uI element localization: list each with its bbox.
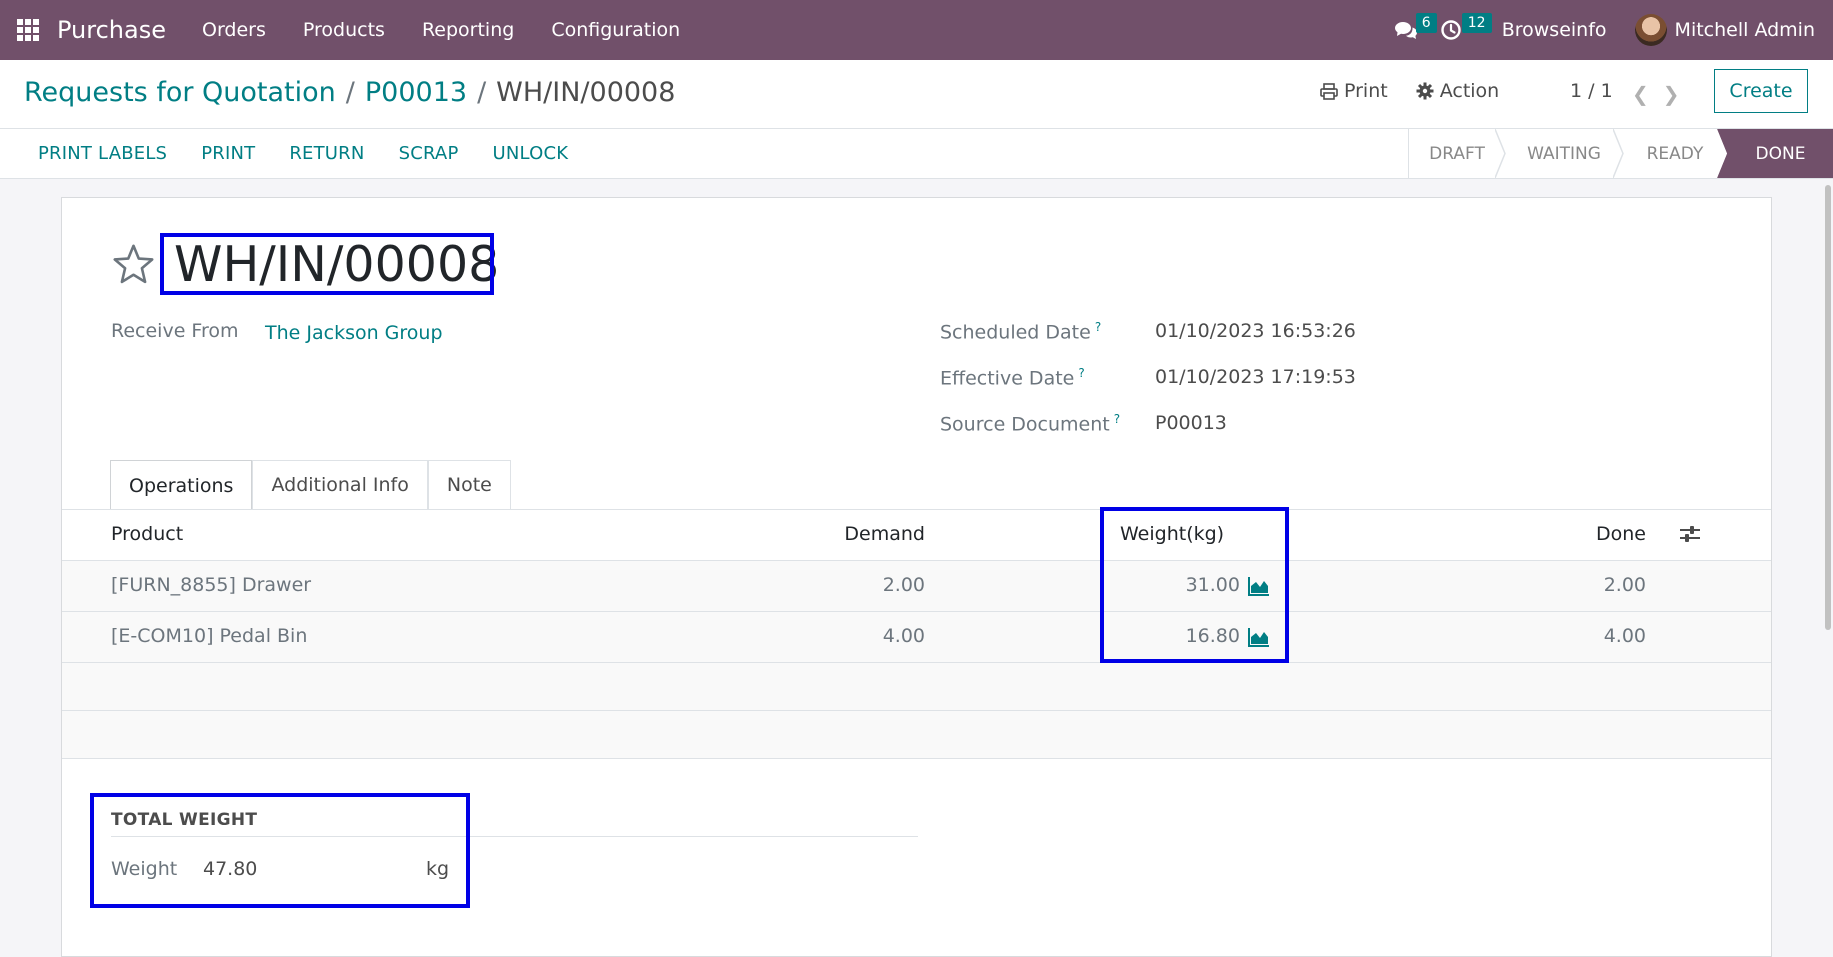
stage-arrow <box>1613 129 1633 178</box>
return-button[interactable]: RETURN <box>289 143 364 164</box>
scheduled-date-label: Scheduled Date? <box>940 320 1101 343</box>
stage-arrow <box>1717 129 1737 178</box>
chat-icon <box>1394 22 1417 39</box>
print-labels-button[interactable]: PRINT LABELS <box>38 143 167 164</box>
scrap-button[interactable]: SCRAP <box>399 143 459 164</box>
row-done: 4.00 <box>1603 625 1646 647</box>
main-menu: Orders Products Reporting Configuration <box>202 19 717 41</box>
effective-date-value: 01/10/2023 17:19:53 <box>1155 366 1356 388</box>
form-statusbar: PRINT LABELS PRINT RETURN SCRAP UNLOCK D… <box>0 129 1833 179</box>
scheduled-date-value: 01/10/2023 16:53:26 <box>1155 320 1356 342</box>
header-buttons: PRINT LABELS PRINT RETURN SCRAP UNLOCK <box>38 143 602 164</box>
top-navbar: Purchase Orders Products Reporting Confi… <box>0 0 1833 60</box>
tab-additional-info[interactable]: Additional Info <box>252 460 428 509</box>
source-document-label: Source Document? <box>940 412 1120 435</box>
help-icon[interactable]: ? <box>1078 366 1084 380</box>
highlight-box-title <box>160 233 494 295</box>
empty-row <box>62 663 1771 711</box>
source-document-value: P00013 <box>1155 412 1227 434</box>
chevron-right-icon[interactable]: ❯ <box>1663 82 1680 106</box>
tab-operations[interactable]: Operations <box>110 460 253 510</box>
row-product: [E-COM10] Pedal Bin <box>111 625 308 647</box>
table-header: Product Demand Weight(kg) Done <box>62 510 1771 561</box>
page-scrollbar[interactable] <box>1825 185 1831 630</box>
unlock-button[interactable]: UNLOCK <box>493 143 569 164</box>
menu-products[interactable]: Products <box>303 19 385 41</box>
stage-done-active[interactable]: DONE <box>1727 129 1833 178</box>
messages-button[interactable]: 6 <box>1394 13 1437 41</box>
print-button[interactable]: PRINT <box>201 143 255 164</box>
messages-badge: 6 <box>1415 13 1437 33</box>
breadcrumb-po[interactable]: P00013 <box>365 77 467 108</box>
menu-configuration[interactable]: Configuration <box>551 19 680 41</box>
help-icon[interactable]: ? <box>1114 412 1120 426</box>
column-product[interactable]: Product <box>111 523 183 545</box>
breadcrumb: Requests for Quotation / P00013 / WH/IN/… <box>24 77 675 108</box>
app-name[interactable]: Purchase <box>57 16 166 44</box>
stage-arrow <box>1495 129 1515 178</box>
form-sheet: WH/IN/00008 Receive From The Jackson Gro… <box>61 197 1772 957</box>
stage-label: WAITING <box>1527 143 1601 164</box>
user-menu[interactable]: Mitchell Admin <box>1675 19 1815 41</box>
action-dropdown[interactable]: Action <box>1416 80 1500 102</box>
breadcrumb-separator: / <box>477 77 487 108</box>
stage-label: READY <box>1646 143 1704 164</box>
column-done[interactable]: Done <box>1596 523 1646 545</box>
print-dropdown[interactable]: Print <box>1320 80 1388 102</box>
company-switcher[interactable]: Browseinfo <box>1502 19 1607 41</box>
breadcrumb-current: WH/IN/00008 <box>496 77 676 108</box>
optional-columns-icon[interactable] <box>1679 524 1701 544</box>
row-demand: 4.00 <box>882 625 925 647</box>
activities-button[interactable]: 12 <box>1440 13 1492 41</box>
printer-icon <box>1320 82 1338 100</box>
record-actions: Print Action <box>1320 80 1499 102</box>
action-label: Action <box>1439 80 1500 102</box>
tab-note[interactable]: Note <box>427 460 511 509</box>
table-row[interactable]: [FURN_8855] Drawer 2.00 31.00 2.00 <box>62 561 1771 612</box>
create-button[interactable]: Create <box>1714 69 1808 113</box>
stage-label: DONE <box>1755 143 1806 164</box>
receive-from-link[interactable]: The Jackson Group <box>265 322 443 344</box>
row-done: 2.00 <box>1603 574 1646 596</box>
column-demand[interactable]: Demand <box>844 523 925 545</box>
notebook-tabs: Operations Additional Info Note <box>110 460 511 510</box>
highlight-box-weight-column <box>1100 507 1289 663</box>
apps-menu-icon[interactable] <box>17 19 39 41</box>
effective-date-label: Effective Date? <box>940 366 1085 389</box>
receive-from-label: Receive From <box>111 320 239 342</box>
row-product: [FURN_8855] Drawer <box>111 574 312 596</box>
stage-label: DRAFT <box>1429 143 1485 164</box>
help-icon[interactable]: ? <box>1095 320 1101 334</box>
menu-orders[interactable]: Orders <box>202 19 266 41</box>
operations-table: Product Demand Weight(kg) Done [FURN_885… <box>62 510 1771 759</box>
source-document-label-text: Source Document <box>940 413 1110 436</box>
stage-draft[interactable]: DRAFT <box>1409 129 1515 178</box>
navbar-right: 6 12 Browseinfo Mitchell Admin <box>1394 0 1833 60</box>
breadcrumb-rfq[interactable]: Requests for Quotation <box>24 77 336 108</box>
effective-date-label-text: Effective Date <box>940 367 1075 390</box>
stage-waiting[interactable]: WAITING <box>1505 129 1633 178</box>
highlight-box-total-weight <box>90 793 470 908</box>
table-row[interactable]: [E-COM10] Pedal Bin 4.00 16.80 4.00 <box>62 612 1771 663</box>
scheduled-date-label-text: Scheduled Date <box>940 321 1091 344</box>
control-panel: Requests for Quotation / P00013 / WH/IN/… <box>0 60 1833 129</box>
star-icon[interactable] <box>111 243 156 286</box>
status-stages: DRAFT WAITING READY DONE <box>1408 129 1833 178</box>
pager-arrows: ❮ ❯ <box>1632 82 1694 106</box>
pager-value[interactable]: 1 / 1 <box>1570 80 1613 102</box>
clock-icon <box>1441 20 1461 40</box>
empty-row <box>62 711 1771 759</box>
breadcrumb-separator: / <box>345 77 355 108</box>
row-demand: 2.00 <box>882 574 925 596</box>
user-avatar[interactable] <box>1634 14 1667 46</box>
activities-badge: 12 <box>1461 13 1492 33</box>
print-label: Print <box>1344 80 1388 102</box>
chevron-left-icon[interactable]: ❮ <box>1632 82 1649 106</box>
gear-icon <box>1416 82 1434 100</box>
stage-ready[interactable]: READY <box>1623 129 1737 178</box>
menu-reporting[interactable]: Reporting <box>422 19 514 41</box>
